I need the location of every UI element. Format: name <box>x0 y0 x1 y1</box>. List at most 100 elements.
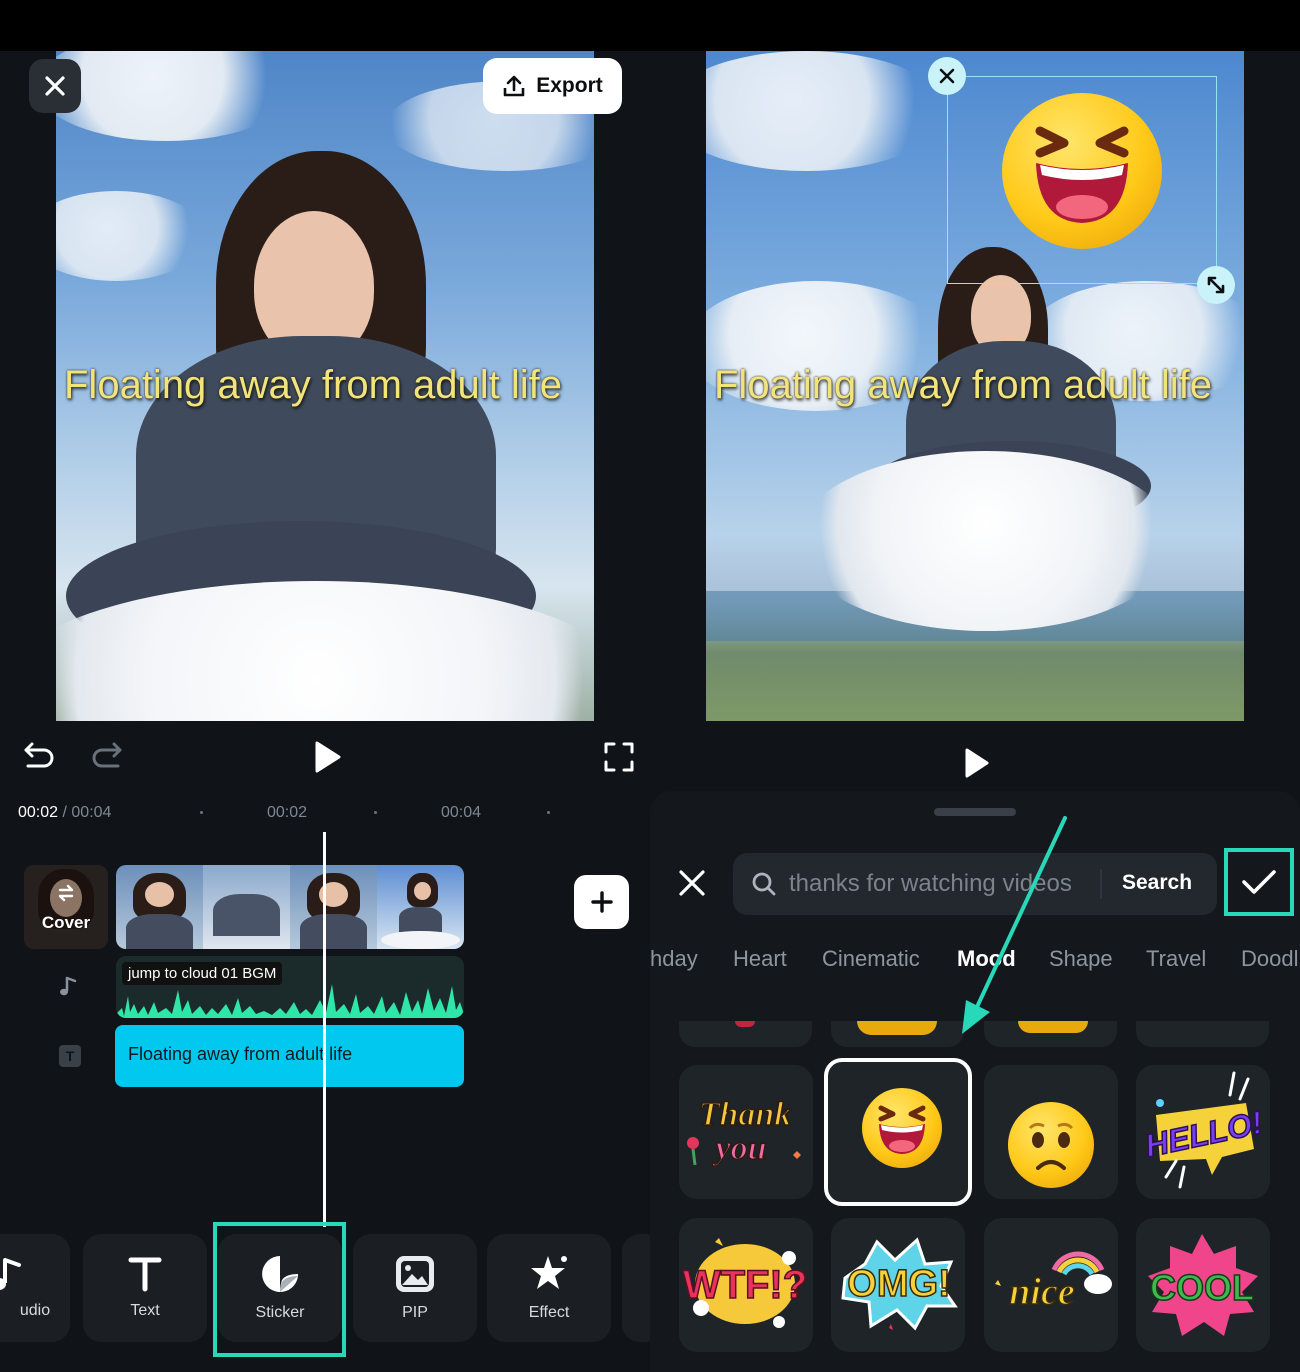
sparkle-icon <box>531 1256 567 1289</box>
tool-label: Text <box>130 1302 160 1319</box>
tab-heart[interactable]: Heart <box>733 946 787 972</box>
play-button[interactable] <box>956 743 996 783</box>
tab-birthday[interactable]: hday <box>650 946 698 972</box>
ruler-mark: 00:04 <box>441 804 482 821</box>
svg-text:nice: nice <box>1009 1271 1075 1313</box>
checkmark-icon <box>1242 870 1276 894</box>
wtf-sticker-art: WTF!? <box>682 1238 808 1328</box>
play-icon <box>965 748 989 778</box>
tab-doodle[interactable]: Doodl <box>1241 946 1298 972</box>
music-note-icon <box>58 975 80 997</box>
video-preview[interactable]: Floating away from adult life <box>56 51 594 721</box>
search-divider <box>1100 869 1102 899</box>
confirm-sticker-button[interactable] <box>1224 848 1294 916</box>
play-button[interactable] <box>307 737 347 777</box>
close-icon <box>679 870 705 896</box>
current-time: 00:02 <box>18 804 59 821</box>
tool-effect[interactable]: Effect <box>487 1234 611 1342</box>
svg-text:OMG!: OMG! <box>847 1263 950 1305</box>
omg-sticker[interactable]: OMG! <box>831 1218 965 1352</box>
sticker-tile-partial[interactable] <box>1136 1021 1269 1047</box>
export-button[interactable]: Export <box>483 58 622 114</box>
editor-pane-left: Floating away from adult life Export 00:… <box>0 51 662 1372</box>
close-editor-button[interactable] <box>29 59 81 113</box>
svg-text:COOL: COOL <box>1150 1267 1254 1308</box>
resize-sticker-handle[interactable] <box>1197 266 1235 304</box>
omg-sticker-art: OMG! <box>841 1237 958 1331</box>
text-track[interactable]: Floating away from adult life <box>115 1025 464 1087</box>
svg-text:Thank: Thank <box>699 1096 792 1133</box>
ruler-dot <box>547 811 550 814</box>
tool-audio[interactable]: udio <box>0 1234 70 1342</box>
clip-thumbnail <box>377 865 464 949</box>
undo-button[interactable] <box>20 737 58 773</box>
ruler-dot <box>374 811 377 814</box>
laughing-emoji-sticker[interactable] <box>824 1058 972 1206</box>
plus-icon <box>590 891 613 913</box>
clip-thumbnail <box>203 865 290 949</box>
nice-sticker-art: nice <box>995 1251 1112 1314</box>
close-icon <box>45 76 65 96</box>
sticker-highlight-frame <box>213 1222 346 1357</box>
hello-sticker-art: HELLO! <box>1141 1071 1267 1189</box>
close-icon <box>939 68 955 84</box>
svg-text:you: you <box>712 1130 767 1167</box>
clip-thumbnail <box>290 865 377 949</box>
clip-thumbnail <box>116 865 203 949</box>
swap-icon <box>58 884 74 902</box>
search-button[interactable]: Search <box>1122 871 1192 895</box>
text-track-label: Floating away from adult life <box>128 1044 353 1064</box>
annotation-arrow <box>962 816 1067 1034</box>
cool-sticker[interactable]: COOL <box>1136 1218 1270 1352</box>
editor-pane-right: Floating away from adult life thanks for… <box>650 51 1300 1372</box>
upload-icon <box>503 75 525 97</box>
video-caption: Floating away from adult life <box>64 363 563 407</box>
text-track-icon: T <box>59 1045 81 1067</box>
tool-label: udio <box>19 1302 51 1319</box>
music-note-icon <box>0 1258 21 1290</box>
video-preview-with-sticker[interactable]: Floating away from adult life <box>706 51 1244 721</box>
close-sticker-panel-button[interactable] <box>674 865 710 901</box>
audio-track[interactable]: jump to cloud 01 BGM <box>116 956 464 1018</box>
playhead[interactable] <box>323 832 326 1227</box>
nice-sticker[interactable]: nice <box>984 1218 1118 1352</box>
tool-text[interactable]: Text <box>83 1234 207 1342</box>
audio-track-label: jump to cloud 01 BGM <box>122 962 283 985</box>
fullscreen-button[interactable] <box>600 738 638 776</box>
thank-you-sticker[interactable]: Thank you <box>679 1065 813 1199</box>
image-icon <box>396 1256 434 1292</box>
cover-label: Cover <box>41 913 91 932</box>
tab-cinematic[interactable]: Cinematic <box>822 946 920 972</box>
total-time: 00:04 <box>71 804 112 821</box>
sticker-tile-partial[interactable] <box>679 1021 812 1047</box>
hello-sticker[interactable]: HELLO! <box>1136 1065 1270 1199</box>
tab-travel[interactable]: Travel <box>1146 946 1206 972</box>
cool-sticker-art: COOL <box>1148 1234 1258 1336</box>
undo-icon <box>24 742 54 768</box>
search-icon <box>752 872 776 896</box>
video-caption: Floating away from adult life <box>714 363 1213 407</box>
tool-label: Effect <box>528 1304 570 1321</box>
text-icon <box>128 1257 162 1292</box>
fullscreen-icon <box>604 742 634 772</box>
laughing-emoji-icon <box>862 1088 942 1168</box>
redo-icon <box>92 742 122 768</box>
remove-sticker-button[interactable] <box>928 57 966 95</box>
tool-label: PIP <box>402 1304 428 1321</box>
cover-button[interactable]: Cover <box>24 865 108 949</box>
sad-emoji-icon <box>1008 1102 1094 1188</box>
add-clip-button[interactable] <box>574 875 629 929</box>
thank-you-sticker-art: Thank you <box>687 1095 801 1168</box>
sad-emoji-sticker[interactable] <box>984 1065 1118 1199</box>
wtf-sticker[interactable]: WTF!? <box>679 1218 813 1352</box>
play-icon <box>315 741 341 773</box>
tool-pip[interactable]: PIP <box>353 1234 477 1342</box>
video-clip-track[interactable] <box>116 865 464 949</box>
laughing-emoji-icon <box>1035 126 1129 223</box>
export-label: Export <box>536 74 603 97</box>
ruler-dot <box>200 811 203 814</box>
time-display: 00:02 / 00:04 <box>18 804 112 821</box>
screenshot-root: Floating away from adult life Export 00:… <box>0 0 1300 1372</box>
redo-button[interactable] <box>88 737 126 773</box>
sticker-on-video[interactable] <box>1002 93 1162 249</box>
